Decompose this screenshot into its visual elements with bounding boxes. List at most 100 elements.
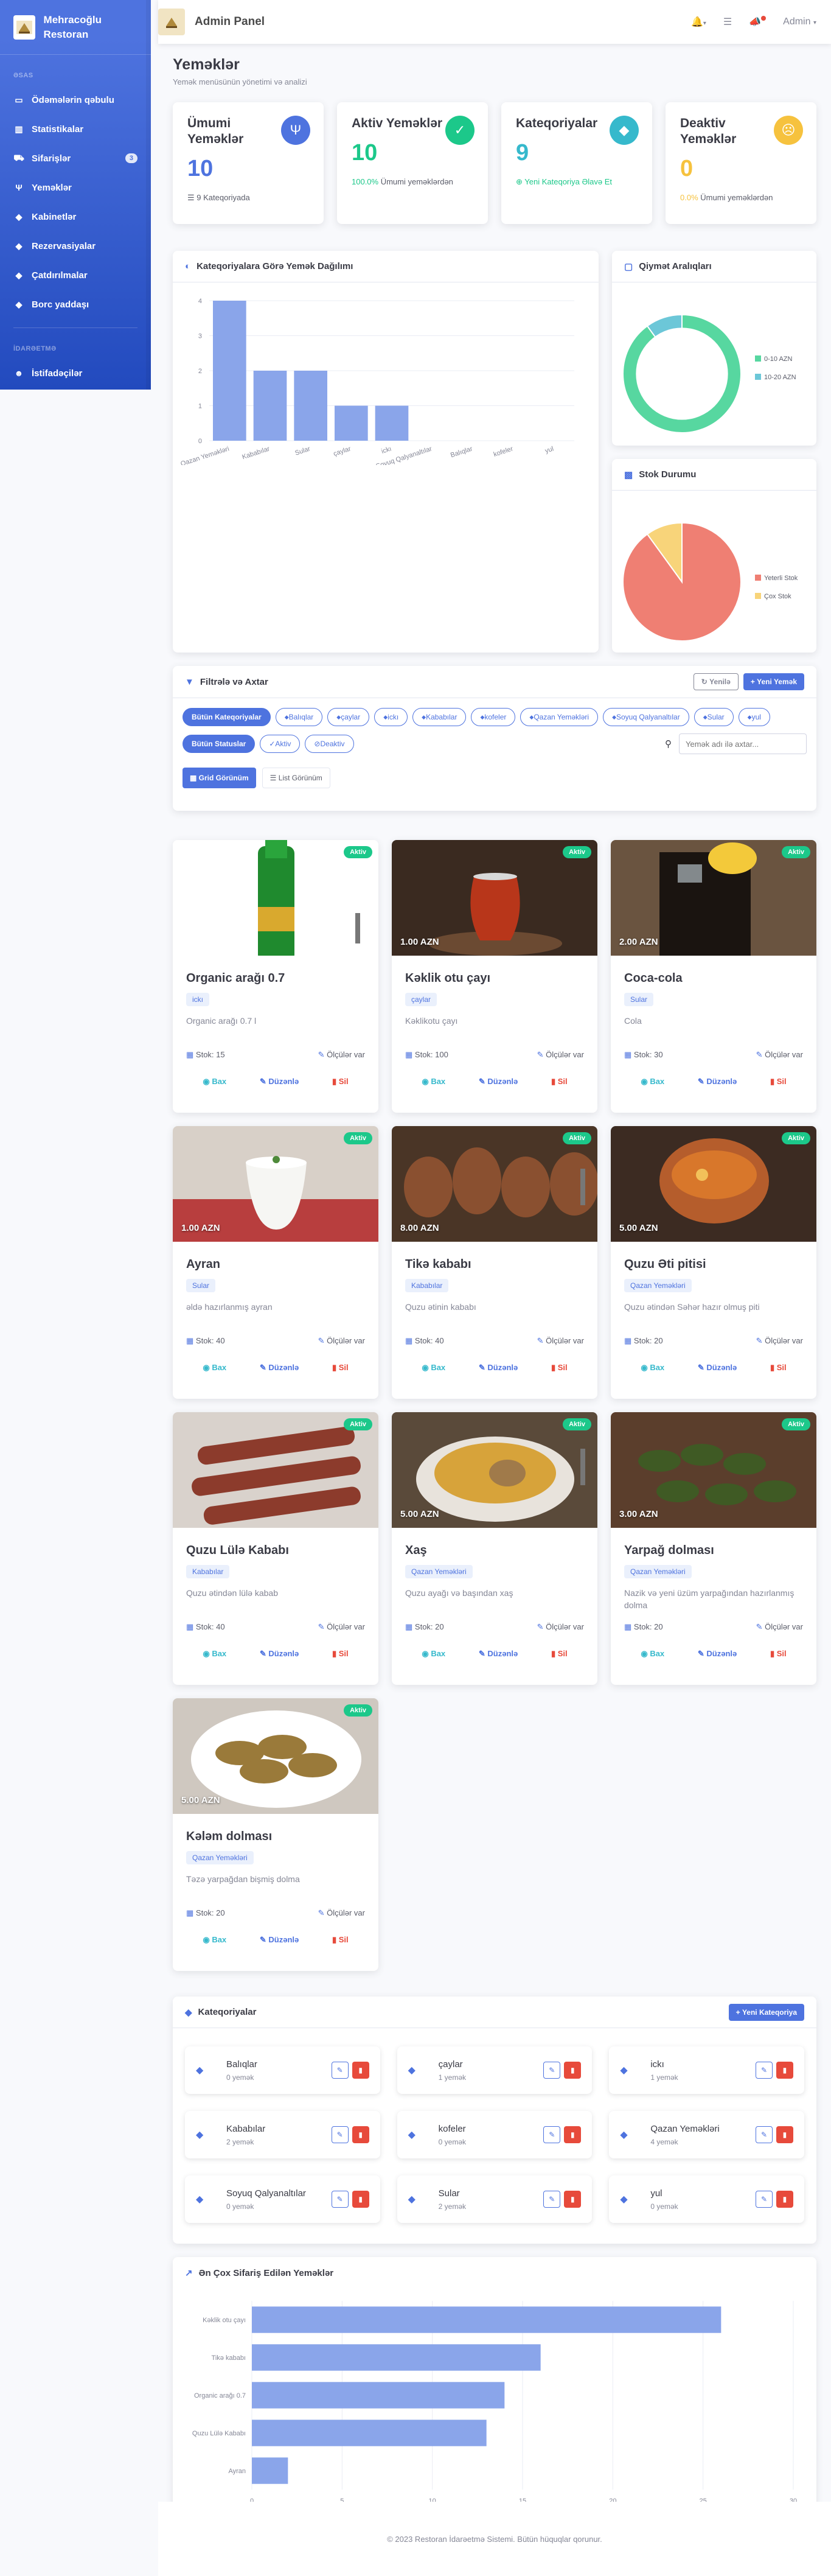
edit-button[interactable]: ✎ Düzənlə bbox=[698, 1363, 737, 1373]
delete-category-button[interactable]: ▮ bbox=[776, 2062, 793, 2079]
notifications-bell-icon[interactable]: 🔔▾ bbox=[691, 16, 706, 28]
category-filter-7[interactable]: ◆ Soyuq Qalyanaltılar bbox=[603, 708, 689, 726]
category-filter-9[interactable]: ◆ yul bbox=[738, 708, 770, 726]
stat-card-footer-text[interactable]: Yeni Kateqoriya Əlavə Et bbox=[524, 177, 612, 186]
view-button[interactable]: ◉ Bax bbox=[422, 1649, 445, 1659]
edit-category-button[interactable]: ✎ bbox=[755, 2126, 773, 2143]
category-filter-5[interactable]: ◆ kofeler bbox=[471, 708, 516, 726]
view-button[interactable]: ◉ Bax bbox=[203, 1077, 226, 1087]
stock-value: 40 bbox=[435, 1336, 444, 1345]
settings-sliders-icon[interactable]: ☰ bbox=[723, 16, 732, 28]
food-body: Tikə kababı Kababılar Quzu ətinin kababı ▦ … bbox=[392, 1242, 597, 1373]
sidebar-item-3[interactable]: Ψ Yeməklər bbox=[0, 173, 151, 202]
sidebar-item-7[interactable]: ◆ Borc yaddaşı bbox=[0, 290, 151, 319]
grid-view-button[interactable]: ▦ Grid Görünüm bbox=[183, 768, 256, 788]
sidebar-item-0[interactable]: ☻ İstifadəçilər bbox=[0, 359, 151, 388]
food-actions: ◉ Bax ✎ Düzənlə ▮ Sil bbox=[405, 1077, 584, 1087]
status-filter-0[interactable]: Bütün Statuslar bbox=[183, 735, 256, 753]
new-food-button[interactable]: + Yeni Yemək bbox=[743, 673, 804, 690]
delete-button[interactable]: ▮ Sil bbox=[770, 1649, 787, 1659]
sidebar-item-6[interactable]: ◆ Çatdırılmalar bbox=[0, 261, 151, 290]
category-filter-4[interactable]: ◆ Kababılar bbox=[412, 708, 467, 726]
edit-button[interactable]: ✎ Düzənlə bbox=[260, 1077, 299, 1087]
category-filter-1[interactable]: ◆ Balıqlar bbox=[275, 708, 323, 726]
stock-value: 40 bbox=[216, 1336, 225, 1345]
edit-category-button[interactable]: ✎ bbox=[331, 2126, 349, 2143]
edit-category-button[interactable]: ✎ bbox=[755, 2191, 773, 2208]
delete-button[interactable]: ▮ Sil bbox=[332, 1363, 349, 1373]
sidebar-item-2[interactable]: ⛟ Sifarişlər 3 bbox=[0, 144, 151, 173]
view-button[interactable]: ◉ Bax bbox=[641, 1363, 664, 1373]
category-filter-label: ickı bbox=[388, 713, 399, 721]
category-filter-8[interactable]: ◆ Sular bbox=[694, 708, 734, 726]
sidebar-item-5[interactable]: ◆ Rezervasiyalar bbox=[0, 231, 151, 261]
y-tick-label: Tikə kababı bbox=[212, 2354, 246, 2362]
user-menu[interactable]: Admin ▾ bbox=[783, 16, 816, 27]
stock-prefix: Stok: bbox=[633, 1622, 655, 1631]
delete-button[interactable]: ▮ Sil bbox=[551, 1077, 568, 1087]
category-chart-panel: ◐ Kateqoriyalara Görə Yemək Dağılımı 0 1 2 3… bbox=[173, 251, 599, 653]
view-button[interactable]: ◉ Bax bbox=[422, 1077, 445, 1087]
edit-button[interactable]: ✎ Düzənlə bbox=[698, 1649, 737, 1659]
edit-button[interactable]: ✎ Düzənlə bbox=[698, 1077, 737, 1087]
eye-icon: ◉ bbox=[641, 1363, 650, 1372]
view-button[interactable]: ◉ Bax bbox=[203, 1935, 226, 1945]
view-label: Bax bbox=[650, 1363, 665, 1372]
edit-category-button[interactable]: ✎ bbox=[331, 2191, 349, 2208]
sidebar-item-0[interactable]: ▭ Ödəmələrin qəbulu bbox=[0, 85, 151, 114]
list-view-button[interactable]: ☰ List Görünüm bbox=[262, 768, 330, 788]
view-button[interactable]: ◉ Bax bbox=[641, 1649, 664, 1659]
view-button[interactable]: ◉ Bax bbox=[641, 1077, 664, 1087]
category-filter-0[interactable]: Bütün Kateqoriyalar bbox=[183, 708, 271, 726]
edit-button[interactable]: ✎ Düzənlə bbox=[260, 1649, 299, 1659]
edit-category-button[interactable]: ✎ bbox=[543, 2062, 561, 2079]
delete-category-button[interactable]: ▮ bbox=[564, 2062, 582, 2079]
delete-category-button[interactable]: ▮ bbox=[776, 2126, 793, 2143]
status-filter-2[interactable]: ⊘ Deaktiv bbox=[305, 735, 354, 753]
search-input[interactable] bbox=[679, 733, 807, 754]
delete-category-button[interactable]: ▮ bbox=[352, 2062, 369, 2079]
delete-category-button[interactable]: ▮ bbox=[352, 2191, 369, 2208]
sidebar-item-1[interactable]: ▥ Statistikalar bbox=[0, 114, 151, 144]
announcements-icon[interactable]: 📣 bbox=[749, 16, 767, 28]
delete-button[interactable]: ▮ Sil bbox=[332, 1077, 349, 1087]
edit-category-button[interactable]: ✎ bbox=[543, 2126, 561, 2143]
delete-button[interactable]: ▮ Sil bbox=[770, 1077, 787, 1087]
view-button[interactable]: ◉ Bax bbox=[422, 1363, 445, 1373]
sidebar-brand[interactable]: Mehracoğlu Restoran bbox=[0, 0, 151, 55]
reset-button[interactable]: ↻ Yenilə bbox=[693, 673, 739, 690]
sidebar-item-label: Sifarişlər bbox=[32, 153, 71, 164]
edit-button[interactable]: ✎ Düzənlə bbox=[479, 1363, 518, 1373]
delete-button[interactable]: ▮ Sil bbox=[332, 1649, 349, 1659]
delete-button[interactable]: ▮ Sil bbox=[770, 1363, 787, 1373]
view-button[interactable]: ◉ Bax bbox=[203, 1363, 226, 1373]
category-filter-3[interactable]: ◆ ickı bbox=[374, 708, 408, 726]
category-filter-6[interactable]: ◆ Qazan Yeməkləri bbox=[520, 708, 599, 726]
eye-icon: ◉ bbox=[203, 1363, 212, 1372]
edit-button[interactable]: ✎ Düzənlə bbox=[479, 1649, 518, 1659]
delete-button[interactable]: ▮ Sil bbox=[551, 1363, 568, 1373]
category-item: ◆ Sular 2 yemək ✎ ▮ bbox=[397, 2175, 593, 2223]
category-filter-2[interactable]: ◆ çaylar bbox=[327, 708, 370, 726]
delete-category-button[interactable]: ▮ bbox=[776, 2191, 793, 2208]
food-body: Quzu Əti pitisi Qazan Yeməkləri Quzu ətind… bbox=[611, 1242, 816, 1373]
edit-button[interactable]: ✎ Düzənlə bbox=[260, 1935, 299, 1945]
food-name: Kəklik otu çayı bbox=[405, 971, 491, 985]
stat-card-icon: ◆ bbox=[610, 116, 639, 145]
sidebar-scrollbar[interactable] bbox=[146, 0, 151, 390]
edit-button[interactable]: ✎ Düzənlə bbox=[479, 1077, 518, 1087]
delete-button[interactable]: ▮ Sil bbox=[332, 1935, 349, 1945]
view-button[interactable]: ◉ Bax bbox=[203, 1649, 226, 1659]
edit-category-button[interactable]: ✎ bbox=[543, 2191, 561, 2208]
edit-category-button[interactable]: ✎ bbox=[331, 2062, 349, 2079]
legend-label: 0-10 AZN bbox=[764, 355, 793, 363]
sidebar-item-4[interactable]: ◆ Kabinetlər bbox=[0, 202, 151, 231]
edit-category-button[interactable]: ✎ bbox=[755, 2062, 773, 2079]
delete-category-button[interactable]: ▮ bbox=[564, 2191, 582, 2208]
delete-category-button[interactable]: ▮ bbox=[352, 2126, 369, 2143]
status-filter-1[interactable]: ✓ Aktiv bbox=[260, 735, 301, 753]
edit-button[interactable]: ✎ Düzənlə bbox=[260, 1363, 299, 1373]
delete-button[interactable]: ▮ Sil bbox=[551, 1649, 568, 1659]
delete-category-button[interactable]: ▮ bbox=[564, 2126, 582, 2143]
new-category-button[interactable]: + Yeni Kateqoriya bbox=[728, 2003, 804, 2021]
